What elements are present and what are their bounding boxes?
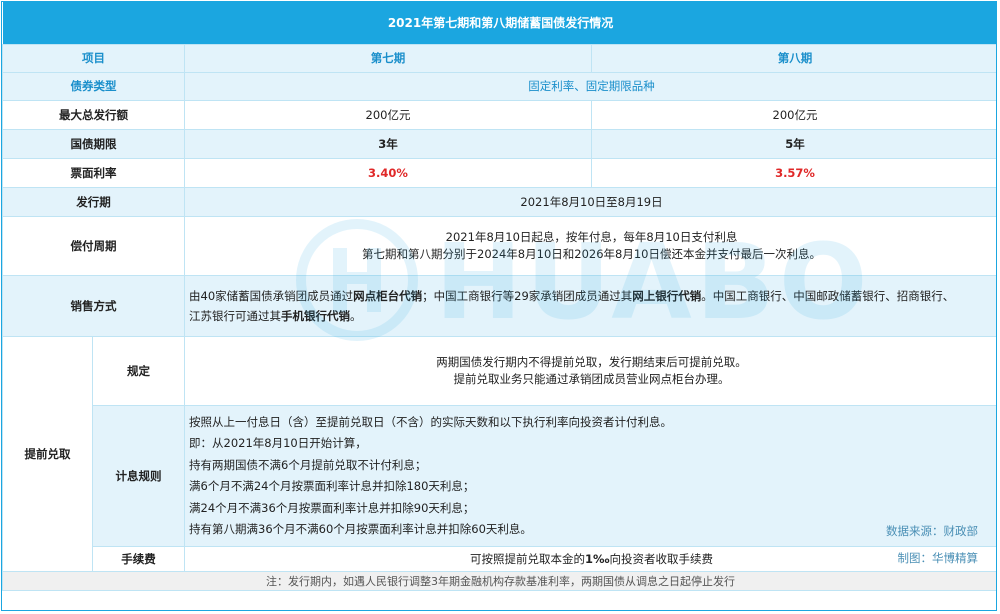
interest-value: 按照从上一付息日（含）至提前兑取日（不含）的实际天数和以下执行利率向投资者计付利…: [183, 405, 996, 547]
rule-value: 两期国债发行期内不得提前兑取，发行期结束后可提前兑取。 提前兑取业务只能通过承销…: [183, 336, 996, 406]
sales-value: 由40家储蓄国债承销团成员通过网点柜台代销；中国工商银行等29家承销团成员通过其…: [183, 275, 996, 337]
payment-line-1: 2021年8月10日起息，按年付息，每年8月10日支付利息: [445, 230, 738, 244]
term-eighth: 5年: [590, 129, 996, 159]
sales-bold-2: 网上银行代销: [632, 289, 702, 303]
row-coupon: 票面利率 3.40% 3.57%: [2, 158, 996, 188]
footnote: 注：发行期内，如遇人民银行调整3年期金融机构存款基准利率，两期国债从调息之日起停…: [2, 571, 996, 591]
row-note: 注：发行期内，如遇人民银行调整3年期金融机构存款基准利率，两期国债从调息之日起停…: [2, 571, 996, 591]
coupon-label: 票面利率: [2, 158, 185, 188]
coupon-eighth: 3.57%: [590, 158, 996, 188]
row-sales: 销售方式 由40家储蓄国债承销团成员通过网点柜台代销；中国工商银行等29家承销团…: [2, 275, 996, 337]
bond-issuance-table: 2021年第七期和第八期储蓄国债发行情况 项目 第七期 第八期 债券类型 固定利…: [2, 2, 996, 591]
fee-value: 可按照提前兑取本金的1‰向投资者收取手续费 制图：华博精算: [183, 546, 996, 572]
sales-text-4: 江苏银行可通过其: [189, 309, 281, 323]
interest-line-1: 按照从上一付息日（含）至提前兑取日（不含）的实际天数和以下执行利率向投资者计付利…: [189, 414, 672, 429]
sales-text-5: 。: [350, 309, 362, 323]
rule-line-1: 两期国债发行期内不得提前兑取，发行期结束后可提前兑取。: [436, 355, 747, 369]
header-eighth: 第八期: [590, 44, 996, 73]
redemption-label: 提前兑取: [2, 336, 93, 572]
row-max-amount: 最大总发行额 200亿元 200亿元: [2, 100, 996, 130]
sales-text-3: 。中国工商银行、中国邮政储蓄银行、招商银行、: [701, 289, 955, 303]
interest-label: 计息规则: [92, 405, 185, 547]
chart-author: 制图：华博精算: [897, 551, 979, 565]
fee-label: 手续费: [92, 546, 185, 572]
sales-text-1: 由40家储蓄国债承销团成员通过: [189, 289, 354, 303]
issue-period-label: 发行期: [2, 187, 185, 217]
row-issue-period: 发行期 2021年8月10日至8月19日: [2, 187, 996, 217]
row-term: 国债期限 3年 5年: [2, 129, 996, 159]
row-interest-rule: 计息规则 按照从上一付息日（含）至提前兑取日（不含）的实际天数和以下执行利率向投…: [3, 405, 996, 547]
payment-value: 2021年8月10日起息，按年付息，每年8月10日支付利息 第七期和第八期分别于…: [183, 216, 996, 276]
fee-text-2: 向投资者收取手续费: [609, 551, 714, 566]
interest-line-6: 持有第八期满36个月不满60个月按票面利率计息并扣除60天利息。: [189, 522, 532, 536]
issue-period-value: 2021年8月10日至8月19日: [183, 187, 996, 217]
max-amount-seventh: 200亿元: [184, 100, 592, 130]
header-row: 项目 第七期 第八期: [2, 44, 996, 73]
fee-bold: 1‰: [584, 551, 610, 566]
coupon-seventh: 3.40%: [184, 158, 592, 188]
term-seventh: 3年: [184, 129, 592, 159]
bond-type-label: 债券类型: [2, 72, 185, 101]
payment-line-2: 第七期和第八期分别于2024年8月10日和2026年8月10日偿还本金并支付最后…: [362, 247, 821, 261]
interest-line-5: 满24个月不满36个月按票面利率计息并扣除90天利息；: [189, 500, 475, 515]
fee-text-1: 可按照提前兑取本金的: [469, 551, 585, 566]
interest-line-2: 即：从2021年8月10日开始计算，: [189, 436, 367, 450]
interest-line-4: 满6个月不满24个月按票面利率计息并扣除180天利息；: [189, 479, 475, 493]
header-seventh: 第七期: [184, 44, 592, 73]
interest-line-3: 持有两期国债不满6个月提前兑取不计付利息；: [189, 457, 427, 472]
sales-text-2: ；中国工商银行等29家承销团成员通过其: [422, 289, 633, 303]
term-label: 国债期限: [2, 129, 185, 159]
table-title: 2021年第七期和第八期储蓄国债发行情况: [2, 2, 996, 45]
row-bond-type: 债券类型 固定利率、固定期限品种: [2, 72, 996, 101]
row-payment: 偿付周期 2021年8月10日起息，按年付息，每年8月10日支付利息 第七期和第…: [2, 216, 996, 276]
row-fee: 手续费 可按照提前兑取本金的1‰向投资者收取手续费 制图：华博精算: [3, 546, 996, 572]
bond-type-value: 固定利率、固定期限品种: [183, 72, 996, 101]
rule-label: 规定: [92, 336, 185, 406]
header-item: 项目: [2, 44, 185, 73]
sales-label: 销售方式: [2, 275, 185, 337]
sales-bold-1: 网点柜台代销: [353, 289, 423, 303]
bond-table-frame: 2021年第七期和第八期储蓄国债发行情况 项目 第七期 第八期 债券类型 固定利…: [1, 1, 997, 611]
sales-bold-3: 手机银行代销: [281, 309, 350, 323]
row-redemption-rule: 提前兑取 规定 两期国债发行期内不得提前兑取，发行期结束后可提前兑取。 提前兑取…: [2, 336, 996, 572]
max-amount-label: 最大总发行额: [2, 100, 185, 130]
max-amount-eighth: 200亿元: [590, 100, 996, 130]
data-source: 数据来源：财政部: [886, 524, 979, 538]
rule-line-2: 提前兑取业务只能通过承销团成员营业网点柜台办理。: [453, 372, 730, 386]
payment-label: 偿付周期: [2, 216, 185, 276]
